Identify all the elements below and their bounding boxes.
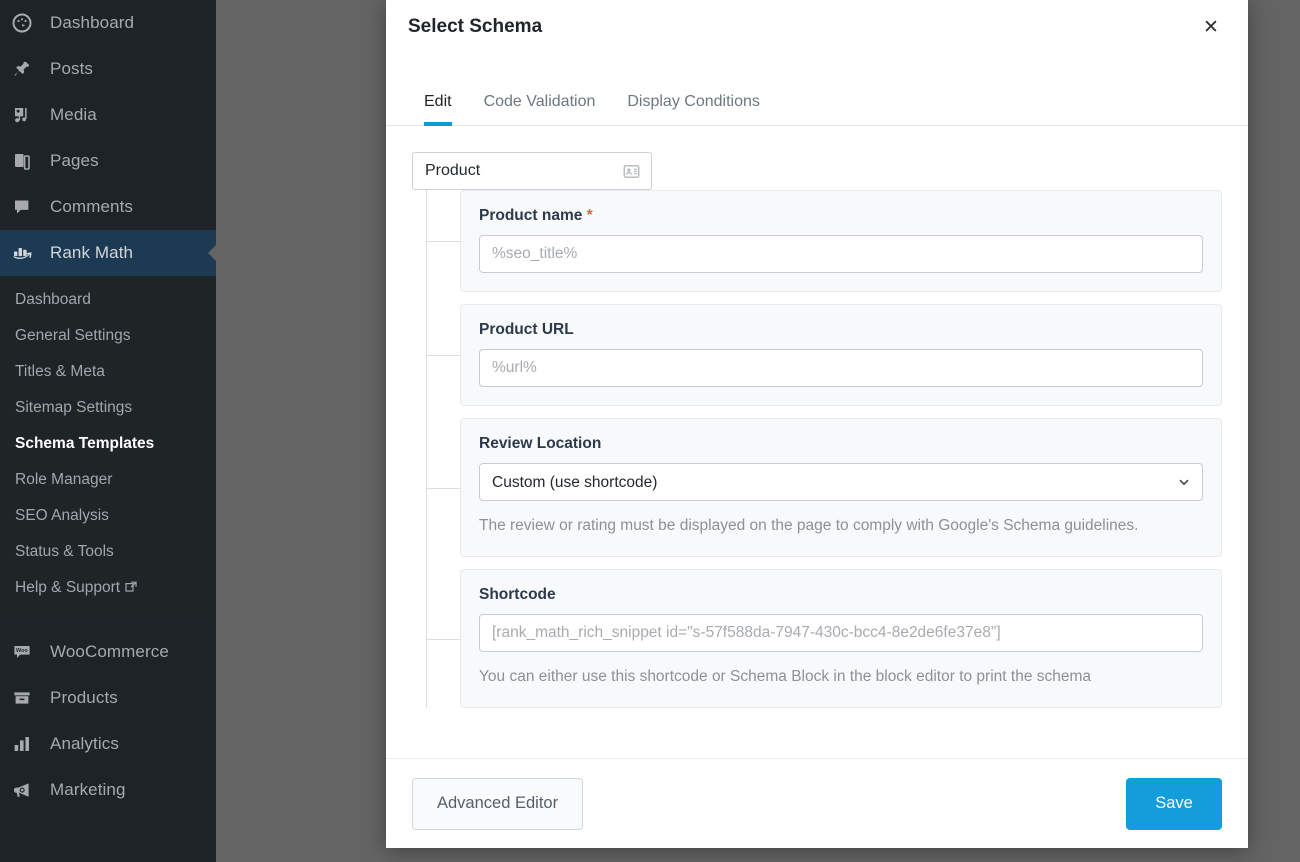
close-icon[interactable]: ✕: [1196, 12, 1226, 42]
sidebar-item-label: Pages: [50, 151, 99, 170]
sidebar-item-marketing[interactable]: Marketing: [0, 767, 216, 813]
rank-math-submenu: Dashboard General Settings Titles & Meta…: [0, 276, 216, 619]
sidebar-item-dashboard[interactable]: Dashboard: [0, 0, 216, 46]
submenu-item-titles-meta[interactable]: Titles & Meta: [0, 354, 216, 390]
sidebar-item-analytics[interactable]: Analytics: [0, 721, 216, 767]
sidebar-divider: [0, 619, 216, 629]
modal-footer: Advanced Editor Save: [386, 758, 1248, 848]
marketing-icon: [12, 780, 42, 800]
modal-header: Select Schema ✕: [386, 0, 1248, 54]
field-group-product-name: Product name *: [427, 190, 1222, 292]
shortcode-help-text: You can either use this shortcode or Sch…: [479, 668, 1092, 685]
sidebar-item-rank-math[interactable]: Rank Math: [0, 230, 216, 276]
submenu-item-general-settings[interactable]: General Settings: [0, 318, 216, 354]
sidebar-item-label: Products: [50, 688, 118, 707]
field-label-text: Product name: [479, 207, 583, 224]
review-location-help-text: The review or rating must be displayed o…: [479, 517, 1139, 534]
field-label-review-location: Review Location: [479, 435, 602, 452]
review-location-select[interactable]: Custom (use shortcode): [479, 463, 1203, 501]
submenu-item-label: Help & Support: [15, 579, 121, 596]
dashboard-icon: [12, 13, 42, 33]
comments-icon: [12, 197, 42, 217]
sidebar-item-label: Marketing: [50, 780, 126, 799]
advanced-editor-button[interactable]: Advanced Editor: [412, 777, 584, 830]
save-button[interactable]: Save: [1126, 777, 1222, 830]
schema-fields-tree: Product name * Product URL Review Locati…: [412, 190, 1222, 708]
sidebar-item-label: Analytics: [50, 734, 119, 753]
sidebar-item-label: Rank Math: [50, 243, 134, 262]
external-link-icon: [125, 578, 137, 600]
required-indicator: *: [582, 207, 593, 224]
analytics-icon: [12, 734, 42, 754]
tab-display-conditions[interactable]: Display Conditions: [611, 93, 776, 125]
rank-math-icon: [12, 243, 42, 263]
svg-text:Woo: Woo: [16, 648, 28, 654]
screen-root: Dashboard Posts Media Pages Comments Ran…: [0, 0, 1300, 862]
sidebar-item-label: Dashboard: [50, 13, 135, 32]
field-label-shortcode: Shortcode: [479, 586, 556, 603]
submenu-item-status-tools[interactable]: Status & Tools: [0, 534, 216, 570]
pin-icon: [12, 59, 42, 79]
modal-title: Select Schema: [408, 16, 543, 37]
sidebar-item-woocommerce[interactable]: Woo WooCommerce: [0, 629, 216, 675]
schema-type-selector[interactable]: Product: [412, 152, 652, 190]
sidebar-item-label: Comments: [50, 197, 133, 216]
sidebar-item-pages[interactable]: Pages: [0, 138, 216, 184]
shortcode-input[interactable]: [479, 614, 1203, 652]
products-icon: [12, 688, 42, 708]
sidebar-item-label: WooCommerce: [50, 642, 169, 661]
review-location-select-wrap: Custom (use shortcode): [479, 463, 1203, 501]
sidebar-item-label: Media: [50, 105, 97, 124]
submenu-item-schema-templates[interactable]: Schema Templates: [0, 426, 216, 462]
submenu-item-seo-analysis[interactable]: SEO Analysis: [0, 498, 216, 534]
field-label-product-name: Product name *: [479, 207, 1203, 225]
tab-code-validation[interactable]: Code Validation: [468, 93, 612, 125]
product-name-input[interactable]: [479, 235, 1203, 273]
sidebar-item-media[interactable]: Media: [0, 92, 216, 138]
field-group-review-location: Review Location Custom (use shortcode) T…: [427, 418, 1222, 557]
woocommerce-icon: Woo: [12, 642, 42, 662]
product-url-input[interactable]: [479, 349, 1203, 387]
pages-icon: [12, 151, 42, 171]
field-label-product-url: Product URL: [479, 321, 574, 338]
wp-admin-sidebar: Dashboard Posts Media Pages Comments Ran…: [0, 0, 216, 862]
submenu-item-sitemap-settings[interactable]: Sitemap Settings: [0, 390, 216, 426]
submenu-item-dashboard[interactable]: Dashboard: [0, 282, 216, 318]
field-group-shortcode: Shortcode You can either use this shortc…: [427, 569, 1222, 708]
sidebar-item-label: Posts: [50, 59, 94, 78]
contact-card-icon: [622, 162, 641, 181]
modal-body: Product Product name * Product URL: [386, 126, 1248, 758]
media-icon: [12, 105, 42, 125]
submenu-item-role-manager[interactable]: Role Manager: [0, 462, 216, 498]
sidebar-item-products[interactable]: Products: [0, 675, 216, 721]
select-schema-modal: Select Schema ✕ Edit Code Validation Dis…: [386, 0, 1248, 848]
sidebar-item-comments[interactable]: Comments: [0, 184, 216, 230]
modal-tab-bar: Edit Code Validation Display Conditions: [386, 54, 1248, 126]
sidebar-item-posts[interactable]: Posts: [0, 46, 216, 92]
field-group-product-url: Product URL: [427, 304, 1222, 406]
tab-edit[interactable]: Edit: [408, 93, 468, 126]
submenu-item-help-support[interactable]: Help & Support: [0, 570, 216, 607]
schema-type-label: Product: [425, 162, 481, 179]
